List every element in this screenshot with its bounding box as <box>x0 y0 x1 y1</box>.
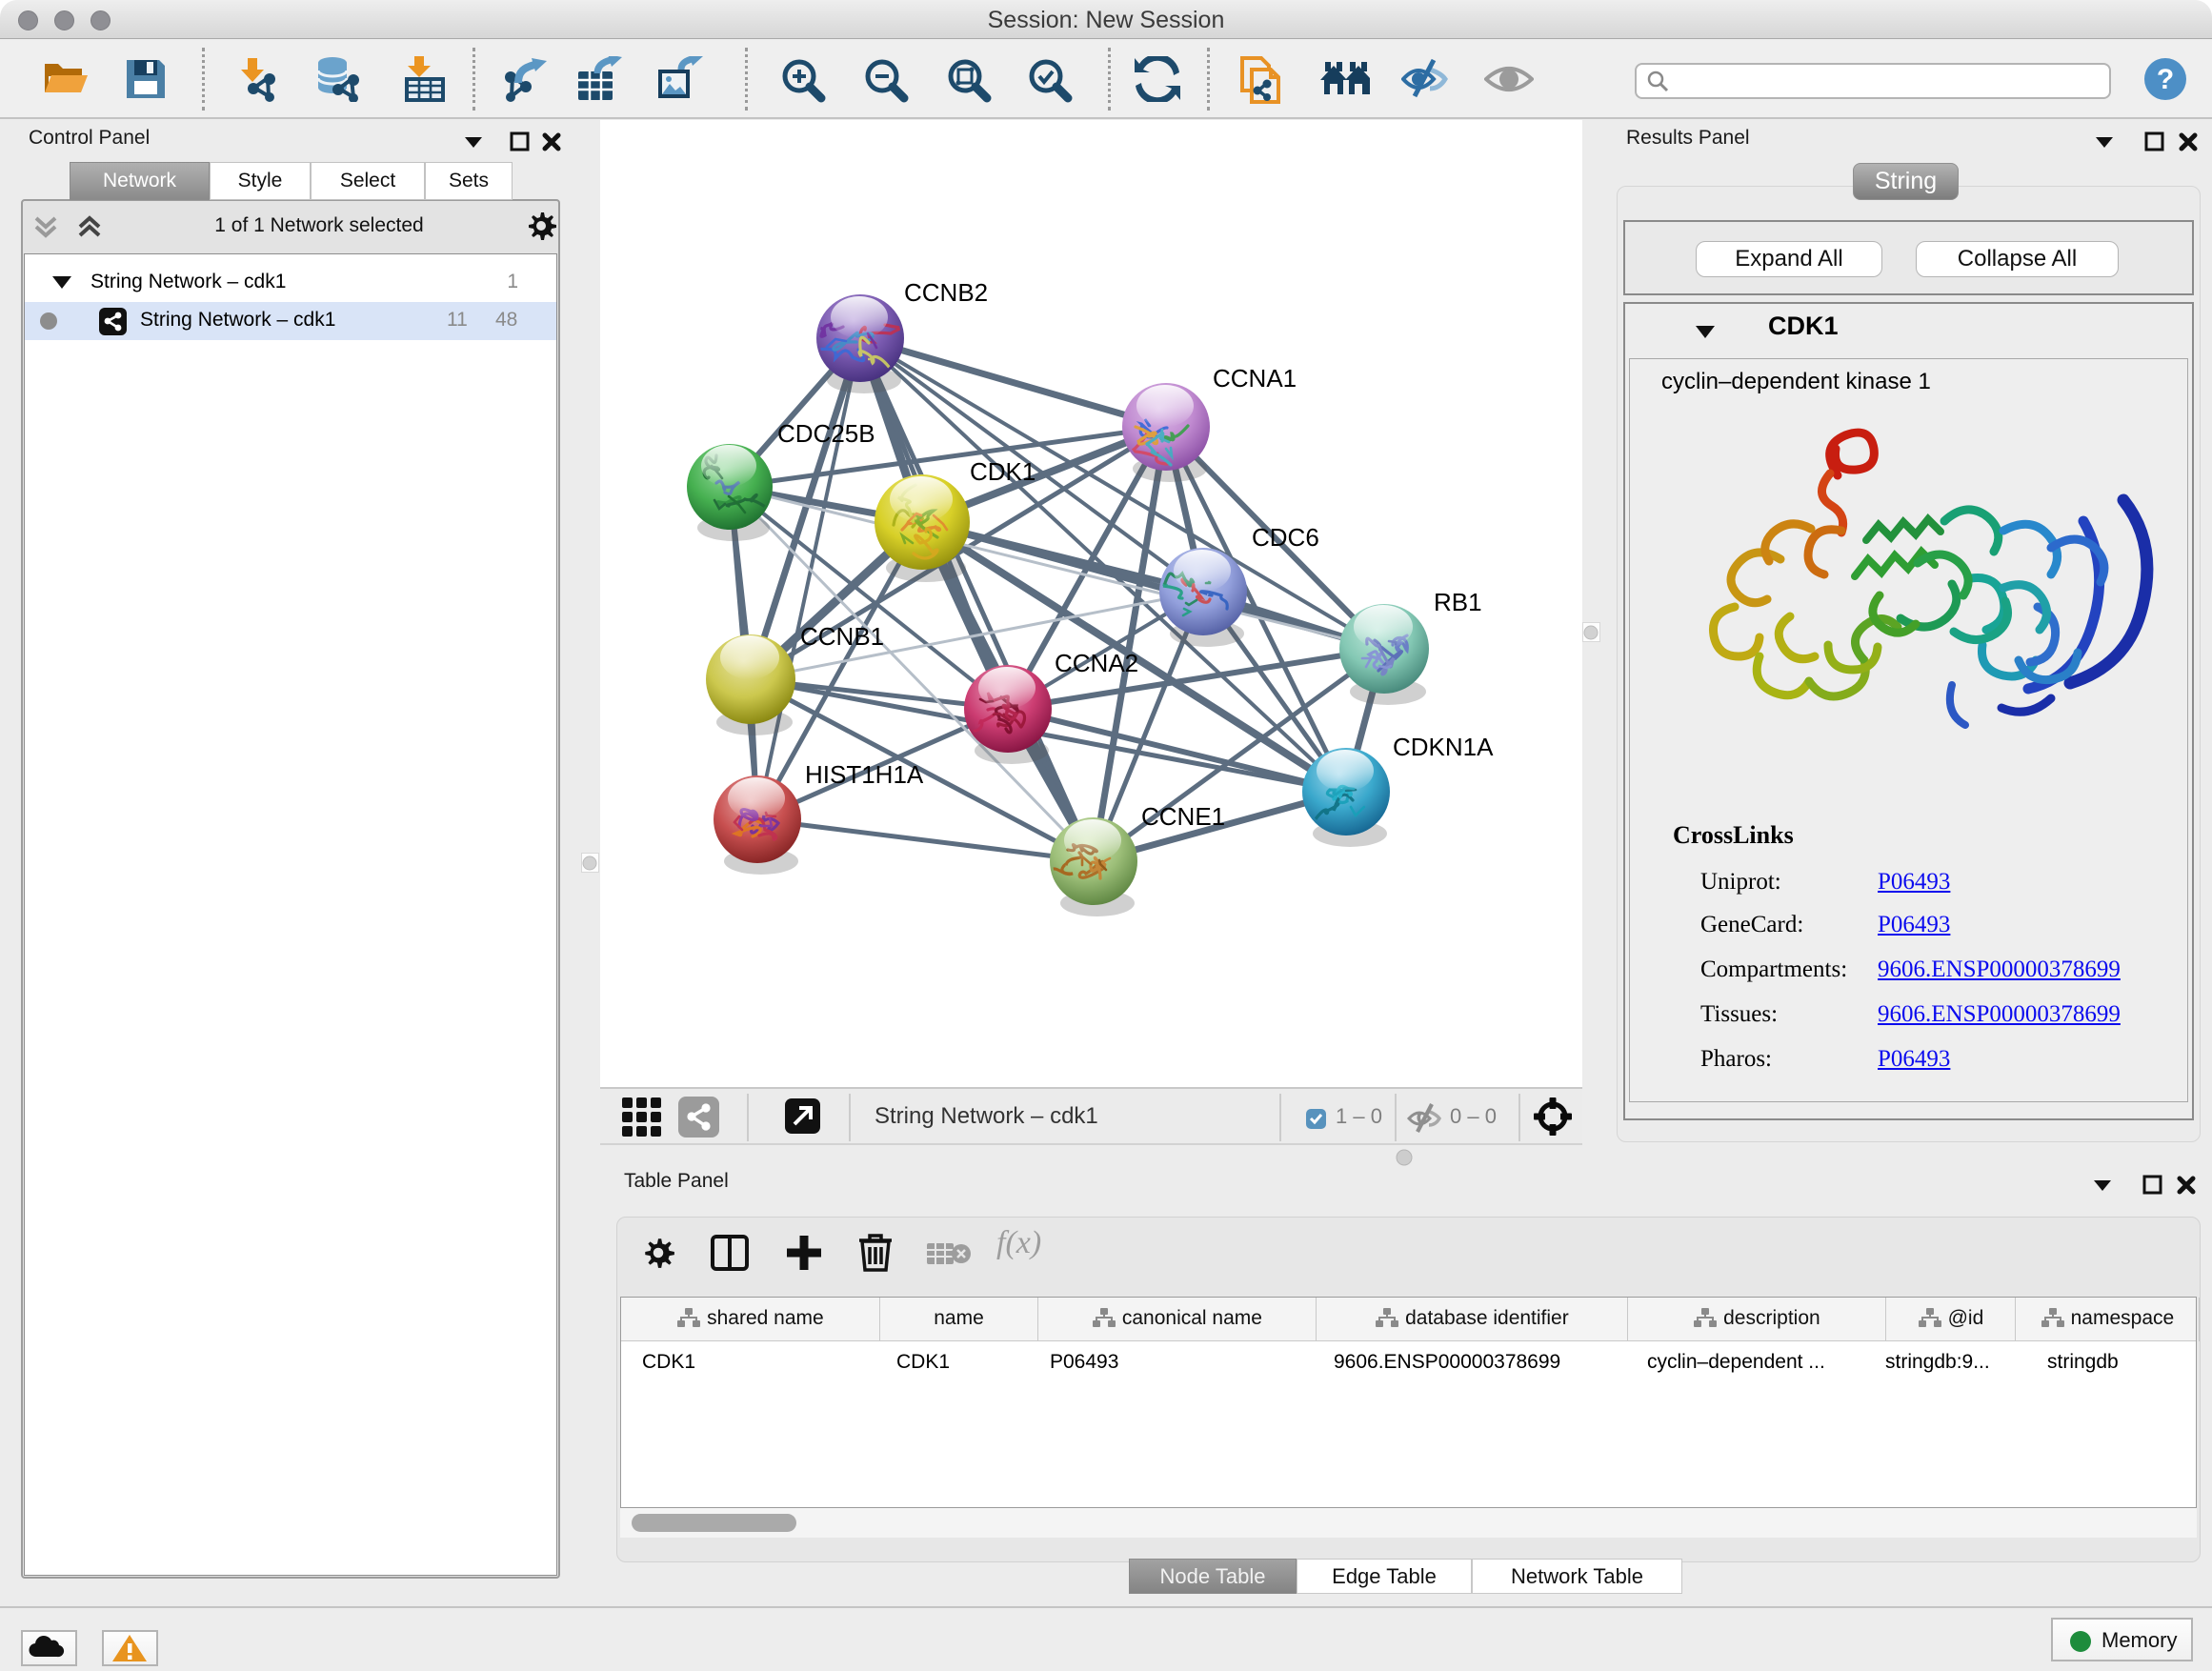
svg-text:CCNA2: CCNA2 <box>1055 649 1138 677</box>
svg-text:CDK1: CDK1 <box>970 457 1036 486</box>
svg-text:CCNE1: CCNE1 <box>1141 802 1225 831</box>
svg-text:CCNB2: CCNB2 <box>904 278 988 307</box>
svg-text:?: ? <box>2157 64 2174 95</box>
svg-text:CDC6: CDC6 <box>1252 523 1319 552</box>
svg-text:HIST1H1A: HIST1H1A <box>805 760 924 789</box>
svg-text:RB1: RB1 <box>1434 588 1482 616</box>
svg-text:CDC25B: CDC25B <box>777 419 875 448</box>
svg-text:CCNB1: CCNB1 <box>800 622 884 651</box>
svg-text:CDKN1A: CDKN1A <box>1393 733 1494 761</box>
svg-text:CCNA1: CCNA1 <box>1213 364 1297 393</box>
